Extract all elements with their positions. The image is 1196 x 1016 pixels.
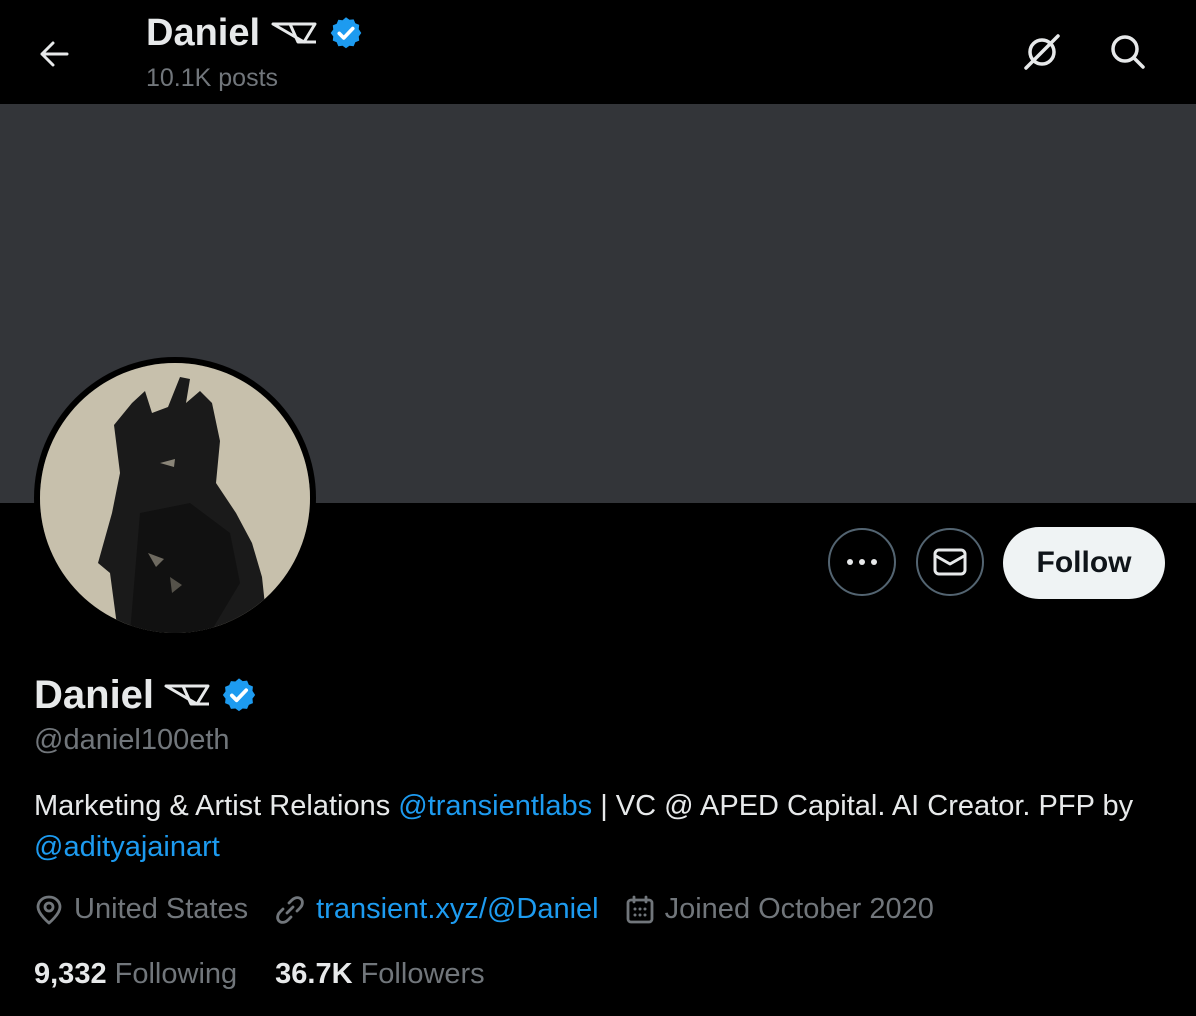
- envelope-icon: [933, 548, 967, 576]
- search-icon: [1111, 35, 1145, 69]
- location-pin-icon: [36, 895, 62, 924]
- profile-meta-row: United States transient.xyz/@Daniel Join…: [34, 893, 960, 926]
- bio-mention-adityajainart[interactable]: @adityajainart: [34, 831, 220, 863]
- avatar-image: [40, 363, 310, 633]
- profile-handle: @daniel100eth: [34, 724, 230, 756]
- display-name: Daniel: [34, 673, 155, 717]
- joined-item: Joined October 2020: [625, 893, 934, 926]
- verified-badge-icon: [330, 17, 362, 49]
- location-item: United States: [34, 893, 248, 926]
- back-button[interactable]: [30, 30, 78, 78]
- website-item: transient.xyz/@Daniel: [274, 893, 599, 926]
- profile-name-row: Daniel: [34, 671, 258, 719]
- bio-text: | VC @ APED Capital. AI Creator. PFP by: [592, 790, 1134, 822]
- posts-count: 10.1K posts: [146, 64, 279, 92]
- link-icon: [276, 895, 304, 924]
- more-icon: [847, 559, 877, 565]
- grok-button[interactable]: [1016, 26, 1068, 78]
- following-stat[interactable]: 9,332 Following: [34, 958, 237, 991]
- header-name: Daniel: [146, 12, 261, 54]
- name-glyph-icon: [271, 22, 317, 44]
- header-title-row: Daniel: [146, 10, 364, 56]
- message-button[interactable]: [916, 528, 984, 596]
- location-text: United States: [74, 893, 249, 925]
- following-count: 9,332: [34, 958, 107, 990]
- grok-icon: [1024, 34, 1060, 70]
- avatar[interactable]: [34, 357, 316, 639]
- back-arrow-icon: [40, 41, 69, 67]
- joined-text: Joined October 2020: [664, 893, 934, 925]
- more-options-button[interactable]: [828, 528, 896, 596]
- website-link[interactable]: transient.xyz/@Daniel: [316, 893, 599, 926]
- profile-bio: Marketing & Artist Relations @transientl…: [34, 786, 1164, 868]
- bio-mention-transientlabs[interactable]: @transientlabs: [398, 790, 592, 822]
- followers-label: Followers: [360, 958, 485, 990]
- followers-stat[interactable]: 36.7K Followers: [275, 958, 485, 991]
- name-glyph-icon: [164, 684, 210, 706]
- bio-text: Marketing & Artist Relations: [34, 790, 399, 822]
- verified-badge-icon[interactable]: [220, 676, 258, 714]
- follow-stats-row: 9,332 Following 36.7K Followers: [34, 958, 523, 991]
- search-button[interactable]: [1102, 26, 1154, 78]
- calendar-icon: [626, 895, 654, 923]
- follow-button[interactable]: Follow: [1003, 527, 1165, 599]
- following-label: Following: [114, 958, 238, 990]
- followers-count: 36.7K: [275, 958, 353, 990]
